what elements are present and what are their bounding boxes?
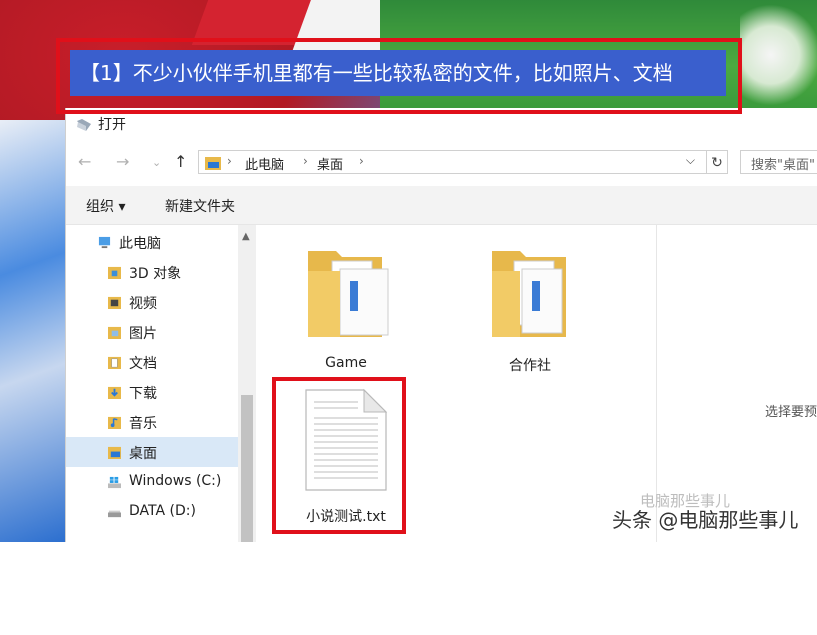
text-file-icon (306, 239, 396, 349)
open-dialog-icon (77, 119, 91, 131)
organize-button[interactable]: 组织 ▾ (86, 196, 125, 216)
computer-icon (98, 236, 111, 249)
breadcrumb-desktop[interactable]: 桌面 (317, 154, 343, 173)
back-arrow-icon[interactable]: ← (78, 152, 91, 171)
navigation-bar: ← → ⌄ ↑ › 此电脑 › 桌面 › ⌵ ↻ 搜索"桌面" (66, 144, 817, 178)
breadcrumb-this-pc[interactable]: 此电脑 (245, 154, 284, 173)
address-dropdown-icon[interactable]: ⌵ (686, 153, 695, 168)
3d-objects-icon (108, 266, 121, 279)
new-folder-button[interactable]: 新建文件夹 (165, 196, 235, 216)
windows-drive-icon (108, 476, 121, 489)
up-arrow-icon[interactable]: ↑ (174, 152, 187, 171)
watermark: 头条 @电脑那些事儿 (612, 508, 799, 532)
refresh-icon: ↻ (711, 155, 723, 171)
command-toolbar: 组织 ▾ 新建文件夹 (66, 186, 817, 225)
preview-message: 选择要预 (765, 405, 817, 420)
file-name: 合作社 (509, 358, 551, 374)
sidebar-item-documents[interactable]: 文档 (66, 347, 238, 377)
file-item-hezuoshe-folder[interactable]: 合作社 (480, 237, 580, 377)
file-highlight-box (272, 377, 406, 534)
breadcrumb-separator-icon: › (303, 154, 308, 168)
dialog-title: 打开 (98, 117, 126, 133)
scrollbar-thumb[interactable] (241, 395, 253, 542)
caption-highlight-box (56, 38, 742, 114)
recent-locations-chevron-icon[interactable]: ⌄ (152, 156, 161, 169)
documents-icon (108, 356, 121, 369)
sidebar-item-windows-c[interactable]: Windows (C:) (66, 467, 238, 497)
sidebar-item-downloads[interactable]: 下载 (66, 377, 238, 407)
navigation-pane: 此电脑 3D 对象 视频 图片 文档 下载 音乐 桌面 Windows (C:)… (66, 225, 256, 542)
sidebar-item-3d-objects[interactable]: 3D 对象 (66, 257, 238, 287)
sidebar-item-pictures[interactable]: 图片 (66, 317, 238, 347)
sidebar-item-music[interactable]: 音乐 (66, 407, 238, 437)
refresh-button[interactable]: ↻ (706, 150, 728, 174)
address-bar[interactable]: › 此电脑 › 桌面 › ⌵ (198, 150, 728, 174)
breadcrumb-separator-icon: › (227, 154, 232, 168)
desktop-icon (108, 446, 121, 459)
folder-icon (492, 251, 566, 337)
sidebar-item-desktop[interactable]: 桌面 (66, 437, 238, 467)
download-icon (108, 386, 121, 399)
sidebar-item-this-pc[interactable]: 此电脑 (66, 227, 238, 257)
scroll-up-icon[interactable]: ▲ (242, 231, 250, 242)
sidebar-item-data-d[interactable]: DATA (D:) (66, 497, 238, 527)
file-name: Game (325, 355, 367, 371)
breadcrumb-separator-icon: › (359, 154, 364, 168)
navigation-pane-scrollbar[interactable]: ▲ (238, 225, 256, 542)
sidebar-item-videos[interactable]: 视频 (66, 287, 238, 317)
open-file-dialog: 打开 ← → ⌄ ↑ › 此电脑 › 桌面 › ⌵ ↻ 搜索"桌面" 组织 ▾ … (65, 108, 817, 542)
pictures-icon (108, 326, 121, 339)
search-input[interactable]: 搜索"桌面" (740, 150, 817, 174)
forward-arrow-icon[interactable]: → (116, 152, 129, 171)
video-icon (108, 296, 121, 309)
desktop-location-icon (205, 157, 221, 170)
drive-icon (108, 510, 121, 518)
music-icon (108, 416, 121, 429)
